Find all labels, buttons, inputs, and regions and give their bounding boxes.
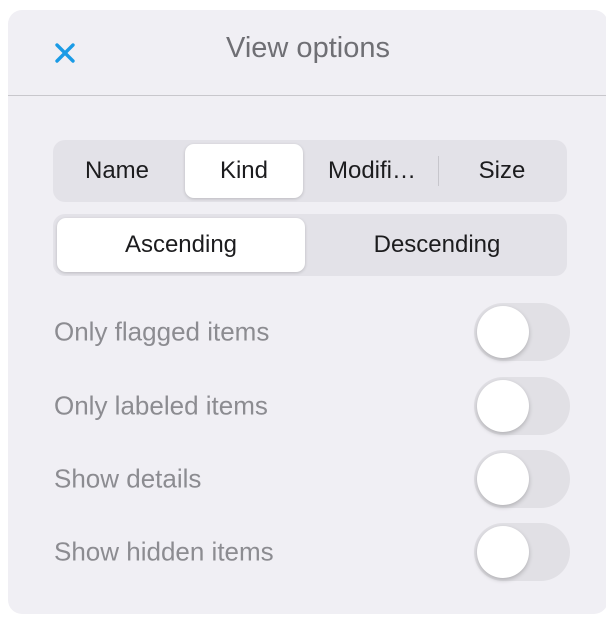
segment-divider bbox=[438, 156, 439, 186]
sort-segment-size[interactable]: Size bbox=[441, 144, 563, 198]
option-label: Only labeled items bbox=[54, 390, 268, 421]
order-segment-descending[interactable]: Descending bbox=[311, 218, 563, 272]
show-hidden-toggle[interactable] bbox=[474, 523, 570, 581]
order-segment-ascending[interactable]: Ascending bbox=[57, 218, 305, 272]
sort-by-segmented-control: Name Kind Modifi… Size bbox=[53, 140, 567, 202]
option-label: Show hidden items bbox=[54, 536, 274, 567]
option-label: Only flagged items bbox=[54, 316, 270, 347]
panel-title: View options bbox=[226, 32, 390, 64]
toggle-knob bbox=[477, 526, 529, 578]
view-options-panel: View options Name Kind Modifi… Size Asce… bbox=[8, 10, 606, 614]
option-row-only-labeled: Only labeled items bbox=[54, 377, 570, 435]
only-flagged-toggle[interactable] bbox=[474, 303, 570, 361]
sort-segment-kind[interactable]: Kind bbox=[185, 144, 303, 198]
option-row-show-hidden: Show hidden items bbox=[54, 523, 570, 581]
option-row-only-flagged: Only flagged items bbox=[54, 303, 570, 361]
toggle-knob bbox=[477, 453, 529, 505]
panel-header: View options bbox=[8, 10, 606, 96]
show-details-toggle[interactable] bbox=[474, 450, 570, 508]
order-segmented-control: Ascending Descending bbox=[53, 214, 567, 276]
toggle-knob bbox=[477, 306, 529, 358]
sort-segment-modified[interactable]: Modifi… bbox=[309, 144, 435, 198]
option-label: Show details bbox=[54, 463, 202, 494]
sort-segment-name[interactable]: Name bbox=[57, 144, 177, 198]
option-row-show-details: Show details bbox=[54, 450, 570, 508]
only-labeled-toggle[interactable] bbox=[474, 377, 570, 435]
toggle-knob bbox=[477, 380, 529, 432]
